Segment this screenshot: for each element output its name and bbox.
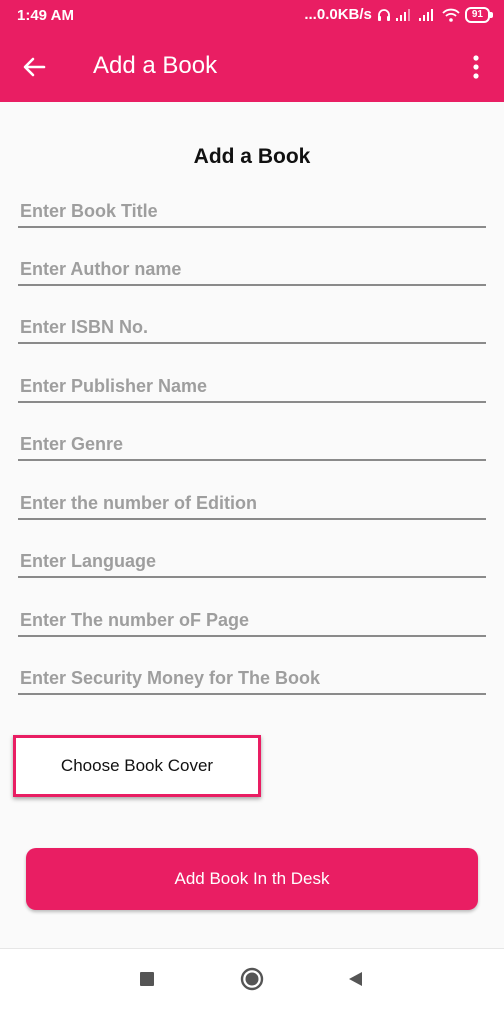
isbn-input[interactable]: [18, 312, 486, 344]
page-count-field: [18, 605, 486, 639]
home-circle-icon: [240, 967, 264, 991]
security-money-field: [18, 663, 486, 697]
edition-field: [18, 488, 486, 522]
add-book-button[interactable]: Add Book In th Desk: [26, 848, 478, 910]
author-name-field: [18, 254, 486, 288]
book-title-field: [18, 196, 486, 230]
isbn-field: [18, 312, 486, 346]
edition-input[interactable]: [18, 488, 486, 520]
overflow-menu-button[interactable]: [464, 52, 488, 82]
signal-icon: [395, 8, 414, 21]
status-time: 1:49 AM: [17, 7, 74, 24]
page-count-input[interactable]: [18, 605, 486, 637]
signal-icon: [418, 8, 437, 21]
wifi-icon: [442, 8, 460, 22]
publisher-name-field: [18, 371, 486, 405]
nav-back-button[interactable]: [342, 965, 370, 993]
genre-field: [18, 429, 486, 463]
genre-input[interactable]: [18, 429, 486, 461]
author-name-input[interactable]: [18, 254, 486, 286]
choose-book-cover-label: Choose Book Cover: [60, 756, 214, 775]
network-speed: ...0.0KB/s: [304, 6, 372, 23]
status-icons: ...0.0KB/s 91: [304, 6, 494, 23]
app-bar: Add a Book: [0, 32, 504, 102]
language-input[interactable]: [18, 546, 486, 578]
language-field: [18, 546, 486, 580]
status-bar: 1:49 AM ...0.0KB/s 91: [0, 0, 504, 32]
battery-icon: 91: [464, 6, 494, 23]
app-bar-title: Add a Book: [93, 52, 218, 79]
home-button[interactable]: [238, 965, 266, 993]
choose-book-cover-button[interactable]: Choose Book Cover: [13, 735, 261, 797]
headphones-icon: [377, 8, 391, 22]
recents-square-icon: [140, 972, 154, 986]
arrow-back-icon: [23, 57, 46, 77]
system-nav-bar: [0, 948, 504, 1009]
form-title: Add a Book: [193, 145, 311, 168]
recents-button[interactable]: [133, 965, 161, 993]
add-book-label: Add Book In th Desk: [174, 869, 330, 888]
publisher-name-input[interactable]: [18, 371, 486, 403]
back-triangle-icon: [349, 972, 362, 986]
more-vert-icon: [473, 55, 479, 79]
back-button[interactable]: [18, 50, 52, 84]
security-money-input[interactable]: [18, 663, 486, 695]
screen: 1:49 AM ...0.0KB/s 91 Add a Book Add a B…: [0, 0, 504, 1009]
book-title-input[interactable]: [18, 196, 486, 228]
